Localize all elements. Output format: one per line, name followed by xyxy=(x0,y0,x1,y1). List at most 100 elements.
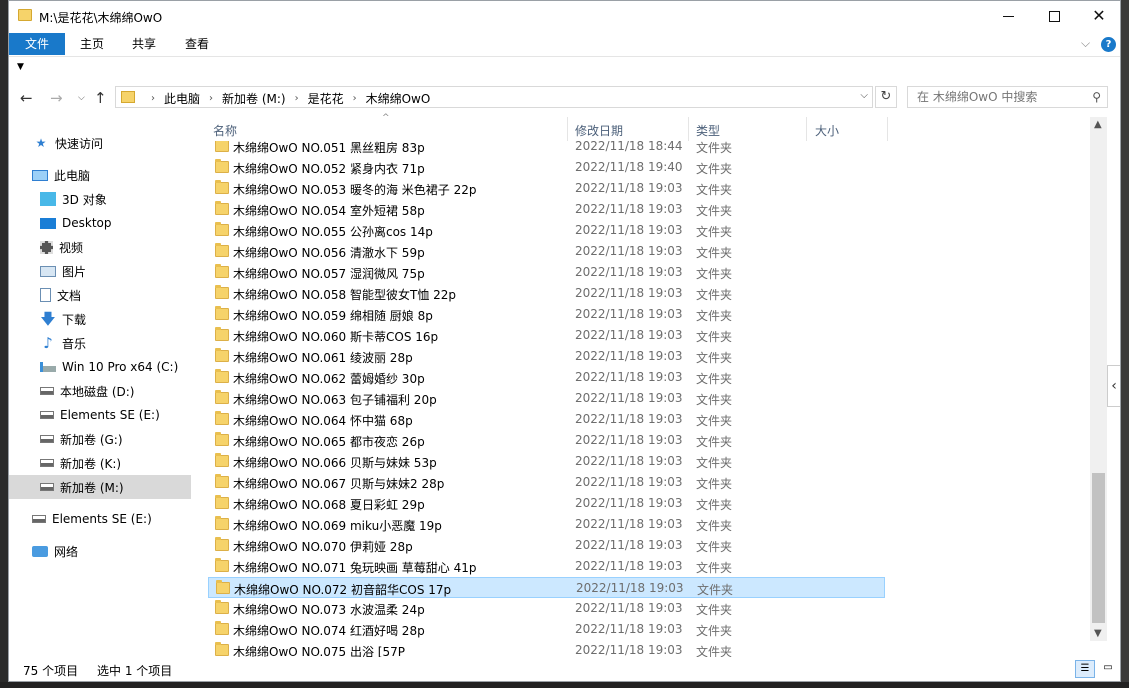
file-row[interactable]: 木绵绵OwO NO.062 蕾姆婚纱 30p 2022/11/18 19:03 文件… xyxy=(208,367,885,388)
sidebar-item-drive-e[interactable]: Elements SE (E:) xyxy=(9,403,191,427)
refresh-button[interactable]: ↻ xyxy=(875,86,897,108)
search-input[interactable] xyxy=(908,87,1083,107)
tab-view[interactable]: 查看 xyxy=(177,33,217,55)
up-arrow-icon[interactable]: ↑ xyxy=(94,89,107,107)
file-row[interactable]: 木绵绵OwO NO.063 包子铺福利 20p 2022/11/18 19:03 文… xyxy=(208,388,885,409)
sidebar-item-this-pc[interactable]: 此电脑 xyxy=(9,163,191,187)
file-type: 文件夹 xyxy=(696,561,733,575)
column-divider[interactable] xyxy=(567,117,568,141)
file-date: 2022/11/18 19:03 xyxy=(575,244,683,258)
sidebar-item-quick-access[interactable]: ★ 快速访问 xyxy=(9,131,191,155)
sidebar-item-music[interactable]: ♪ 音乐 xyxy=(9,331,191,355)
file-row[interactable]: 木绵绵OwO NO.058 智能型彼女T恤 22p 2022/11/18 19:0… xyxy=(208,283,885,304)
sidebar-item-network[interactable]: 网络 xyxy=(9,539,191,563)
folder-icon xyxy=(215,243,229,257)
file-type: 文件夹 xyxy=(696,330,733,344)
help-icon[interactable]: ? xyxy=(1101,37,1116,52)
scroll-down-icon[interactable]: ▼ xyxy=(1094,628,1102,639)
column-divider[interactable] xyxy=(806,117,807,141)
tab-file[interactable]: 文件 xyxy=(9,33,65,55)
file-type: 文件夹 xyxy=(696,141,733,155)
file-row[interactable]: 木绵绵OwO NO.072 初音韶华COS 17p 2022/11/18 19:0… xyxy=(208,577,885,598)
quick-access-dropdown-icon[interactable]: ▼ xyxy=(17,62,24,72)
sidebar-item-drive-k[interactable]: 新加卷 (K:) xyxy=(9,451,191,475)
file-list: 木绵绵OwO NO.051 黑丝粗房 83p 2022/11/18 18:44 文件… xyxy=(208,141,888,657)
file-row[interactable]: 木绵绵OwO NO.060 斯卡蒂COS 16p 2022/11/18 19:03… xyxy=(208,325,885,346)
file-row[interactable]: 木绵绵OwO NO.056 清澈水下 59p 2022/11/18 19:03 文件… xyxy=(208,241,885,262)
minimize-button[interactable] xyxy=(985,1,1031,31)
file-row[interactable]: 木绵绵OwO NO.074 红酒好喝 28p 2022/11/18 19:03 文件… xyxy=(208,619,885,640)
chevron-right-icon[interactable]: › xyxy=(209,93,213,104)
file-date: 2022/11/18 18:44 xyxy=(575,141,683,153)
file-row[interactable]: 木绵绵OwO NO.075 出浴 [57P 2022/11/18 19:03 文件夹 xyxy=(208,640,885,657)
forward-arrow-icon[interactable]: → xyxy=(50,89,63,107)
column-divider[interactable] xyxy=(688,117,689,141)
sidebar-item-downloads[interactable]: 🡇 下载 xyxy=(9,307,191,331)
file-name: 木绵绵OwO NO.054 室外短裙 58p xyxy=(233,204,425,218)
sidebar-item-drive-d[interactable]: 本地磁盘 (D:) xyxy=(9,379,191,403)
file-row[interactable]: 木绵绵OwO NO.070 伊莉娅 28p 2022/11/18 19:03 文件夹 xyxy=(208,535,885,556)
vertical-scrollbar[interactable]: ▲ ▼ xyxy=(1090,117,1107,641)
collapse-pane-button[interactable]: ‹ xyxy=(1107,365,1120,407)
file-row[interactable]: 木绵绵OwO NO.064 怀中猫 68p 2022/11/18 19:03 文件夹 xyxy=(208,409,885,430)
column-header-name[interactable]: 名称 xyxy=(213,122,237,139)
details-view-icon[interactable]: ☰ xyxy=(1075,660,1095,678)
file-row[interactable]: 木绵绵OwO NO.057 湿润微风 75p 2022/11/18 19:03 文件… xyxy=(208,262,885,283)
sidebar-item-pictures[interactable]: 图片 xyxy=(9,259,191,283)
file-row[interactable]: 木绵绵OwO NO.067 贝斯与妹妹2 28p 2022/11/18 19:03… xyxy=(208,472,885,493)
sidebar-item-drive-m[interactable]: 新加卷 (M:) xyxy=(9,475,191,499)
drive-icon xyxy=(40,435,54,443)
file-type: 文件夹 xyxy=(696,183,733,197)
file-row[interactable]: 木绵绵OwO NO.061 绫波丽 28p 2022/11/18 19:03 文件夹 xyxy=(208,346,885,367)
recent-locations-icon[interactable]: ⌵ xyxy=(78,93,85,103)
search-box[interactable]: ⚲ xyxy=(907,86,1108,108)
file-date: 2022/11/18 19:03 xyxy=(575,349,683,363)
search-icon[interactable]: ⚲ xyxy=(1092,90,1101,104)
large-icons-view-icon[interactable]: ▭ xyxy=(1099,660,1117,678)
file-row[interactable]: 木绵绵OwO NO.065 都市夜恋 26p 2022/11/18 19:03 文件… xyxy=(208,430,885,451)
close-button[interactable]: ✕ xyxy=(1076,1,1120,31)
file-row[interactable]: 木绵绵OwO NO.071 兔玩映画 草莓甜心 41p 2022/11/18 19… xyxy=(208,556,885,577)
chevron-right-icon[interactable]: › xyxy=(353,93,357,104)
file-type: 文件夹 xyxy=(696,351,733,365)
chevron-down-icon[interactable]: ⌵ xyxy=(860,90,868,101)
file-name: 木绵绵OwO NO.058 智能型彼女T恤 22p xyxy=(233,288,457,302)
sidebar-item-drive-g[interactable]: 新加卷 (G:) xyxy=(9,427,191,451)
sidebar-item-desktop[interactable]: Desktop xyxy=(9,211,191,235)
scroll-up-icon[interactable]: ▲ xyxy=(1094,119,1102,130)
column-header-type[interactable]: 类型 xyxy=(696,122,720,139)
chevron-right-icon[interactable]: › xyxy=(295,93,299,104)
file-row[interactable]: 木绵绵OwO NO.051 黑丝粗房 83p 2022/11/18 18:44 文件… xyxy=(208,141,885,157)
file-row[interactable]: 木绵绵OwO NO.053 暖冬的海 米色裙子 22p 2022/11/18 19… xyxy=(208,178,885,199)
title-bar[interactable]: M:\是花花\木绵绵OwO ✕ xyxy=(9,1,1120,31)
file-row[interactable]: 木绵绵OwO NO.052 紧身内衣 71p 2022/11/18 19:40 文件… xyxy=(208,157,885,178)
breadcrumb-item[interactable]: 木绵绵OwO xyxy=(366,90,431,107)
file-row[interactable]: 木绵绵OwO NO.069 miku小恶魔 19p 2022/11/18 19:0… xyxy=(208,514,885,535)
file-row[interactable]: 木绵绵OwO NO.059 绵相随 厨娘 8p 2022/11/18 19:03 文… xyxy=(208,304,885,325)
address-bar[interactable]: › 此电脑 › 新加卷 (M:) › 是花花 › 木绵绵OwO ⌵ xyxy=(115,86,873,108)
breadcrumb-item[interactable]: 此电脑 xyxy=(164,90,200,107)
column-header-size[interactable]: 大小 xyxy=(815,122,839,139)
sidebar-item-elements-se[interactable]: Elements SE (E:) xyxy=(9,507,191,531)
file-row[interactable]: 木绵绵OwO NO.066 贝斯与妹妹 53p 2022/11/18 19:03 文… xyxy=(208,451,885,472)
folder-icon xyxy=(215,285,229,299)
breadcrumb-item[interactable]: 新加卷 (M:) xyxy=(222,90,286,107)
column-divider[interactable] xyxy=(887,117,888,141)
tab-home[interactable]: 主页 xyxy=(73,33,111,55)
sidebar-item-videos[interactable]: 视频 xyxy=(9,235,191,259)
column-header-date[interactable]: 修改日期 xyxy=(575,122,623,139)
sidebar-item-drive-c[interactable]: Win 10 Pro x64 (C:) xyxy=(9,355,191,379)
back-arrow-icon[interactable]: ← xyxy=(20,89,33,107)
file-row[interactable]: 木绵绵OwO NO.068 夏日彩虹 29p 2022/11/18 19:03 文件… xyxy=(208,493,885,514)
ribbon-expand-icon[interactable]: ⌵ xyxy=(1081,36,1090,51)
file-name: 木绵绵OwO NO.071 兔玩映画 草莓甜心 41p xyxy=(233,561,477,575)
breadcrumb-item[interactable]: 是花花 xyxy=(308,90,344,107)
scrollbar-thumb[interactable] xyxy=(1092,473,1105,623)
sidebar-item-3d-objects[interactable]: 3D 对象 xyxy=(9,187,191,211)
tab-share[interactable]: 共享 xyxy=(124,33,164,55)
maximize-button[interactable] xyxy=(1031,1,1077,31)
sidebar-item-documents[interactable]: 文档 xyxy=(9,283,191,307)
file-row[interactable]: 木绵绵OwO NO.054 室外短裙 58p 2022/11/18 19:03 文件… xyxy=(208,199,885,220)
file-row[interactable]: 木绵绵OwO NO.073 水波温柔 24p 2022/11/18 19:03 文件… xyxy=(208,598,885,619)
file-row[interactable]: 木绵绵OwO NO.055 公孙离cos 14p 2022/11/18 19:03… xyxy=(208,220,885,241)
